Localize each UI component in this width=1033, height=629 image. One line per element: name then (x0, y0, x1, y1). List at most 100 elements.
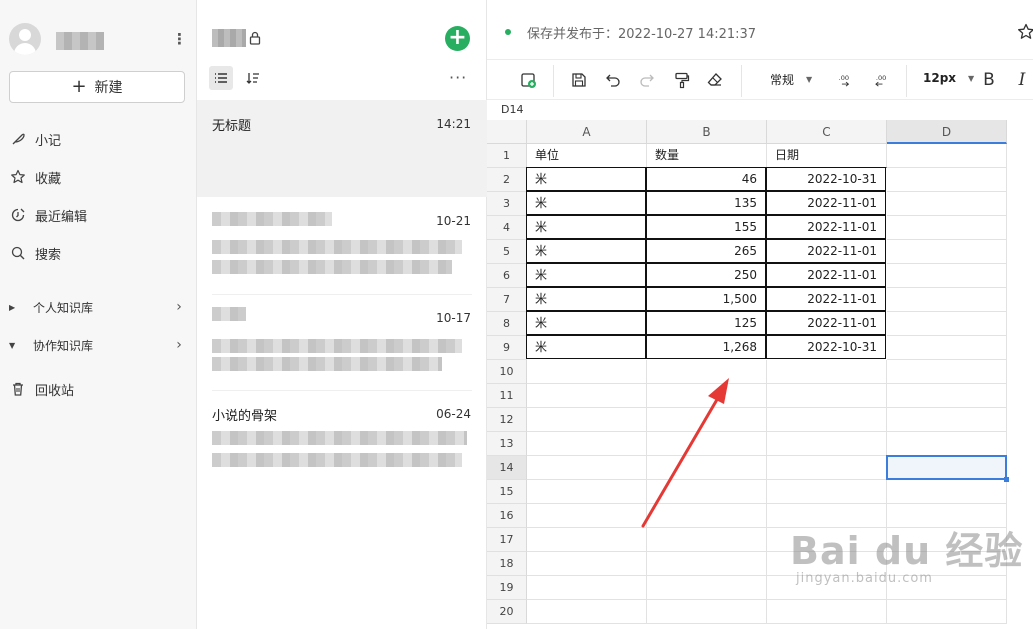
row-header[interactable]: 17 (487, 528, 527, 552)
table-cell[interactable] (767, 408, 887, 432)
table-cell[interactable] (767, 360, 887, 384)
row-header[interactable]: 10 (487, 360, 527, 384)
table-cell[interactable] (767, 480, 887, 504)
table-cell[interactable]: 1,268 (646, 335, 766, 359)
table-cell[interactable] (767, 600, 887, 624)
list-view-button[interactable] (209, 66, 233, 90)
row-header[interactable]: 2 (487, 168, 527, 192)
table-cell[interactable] (527, 576, 647, 600)
table-cell[interactable]: 155 (646, 215, 766, 239)
column-header[interactable]: D (887, 120, 1007, 144)
row-header[interactable]: 11 (487, 384, 527, 408)
row-header[interactable]: 6 (487, 264, 527, 288)
table-cell[interactable] (527, 552, 647, 576)
table-cell[interactable]: 2022-11-01 (766, 263, 886, 287)
row-header[interactable]: 18 (487, 552, 527, 576)
table-cell[interactable]: 2022-11-01 (766, 215, 886, 239)
sidebar-item-recent[interactable]: 最近编辑 (10, 203, 87, 227)
row-header[interactable]: 13 (487, 432, 527, 456)
star-icon[interactable] (1017, 23, 1033, 41)
table-cell[interactable] (527, 384, 647, 408)
font-size-select[interactable]: 12px ▼ (923, 71, 974, 85)
table-cell[interactable] (767, 384, 887, 408)
row-header[interactable]: 20 (487, 600, 527, 624)
table-cell[interactable]: 2022-10-31 (766, 167, 886, 191)
table-cell[interactable] (767, 456, 887, 480)
table-cell[interactable]: 1,500 (646, 287, 766, 311)
column-header[interactable]: A (527, 120, 647, 144)
decrease-decimal-button[interactable]: .00 (835, 69, 857, 91)
table-cell[interactable] (887, 192, 1007, 216)
table-cell[interactable] (647, 432, 767, 456)
table-cell[interactable] (647, 408, 767, 432)
table-cell[interactable]: 数量 (647, 144, 767, 168)
table-cell[interactable] (887, 288, 1007, 312)
row-header[interactable]: 4 (487, 216, 527, 240)
italic-button[interactable]: I (1011, 69, 1033, 91)
bold-button[interactable]: B (978, 69, 1000, 91)
new-button[interactable]: + 新建 (9, 71, 185, 103)
table-cell[interactable] (887, 384, 1007, 408)
table-cell[interactable] (887, 432, 1007, 456)
table-cell[interactable]: 米 (526, 191, 646, 215)
row-header[interactable]: 7 (487, 288, 527, 312)
table-cell[interactable] (647, 528, 767, 552)
more-vertical-icon[interactable]: ⋮ (172, 30, 187, 48)
table-cell[interactable]: 265 (646, 239, 766, 263)
column-header[interactable]: C (767, 120, 887, 144)
more-horizontal-icon[interactable]: ··· (449, 68, 467, 87)
table-cell[interactable]: 日期 (767, 144, 887, 168)
note-item[interactable]: 无标题 14:21 (197, 100, 487, 197)
table-cell[interactable]: 米 (526, 263, 646, 287)
table-cell[interactable] (887, 144, 1007, 168)
table-cell[interactable] (647, 600, 767, 624)
add-note-button[interactable]: + (445, 26, 470, 51)
table-cell[interactable] (887, 408, 1007, 432)
table-cell[interactable]: 米 (526, 311, 646, 335)
table-cell[interactable] (647, 480, 767, 504)
table-cell[interactable]: 2022-11-01 (766, 191, 886, 215)
table-cell[interactable] (887, 336, 1007, 360)
table-cell[interactable] (887, 312, 1007, 336)
table-cell[interactable] (527, 504, 647, 528)
table-cell[interactable] (527, 600, 647, 624)
row-header[interactable]: 16 (487, 504, 527, 528)
table-cell[interactable] (887, 168, 1007, 192)
table-cell[interactable]: 2022-10-31 (766, 335, 886, 359)
avatar[interactable] (9, 23, 41, 55)
table-cell[interactable] (887, 600, 1007, 624)
row-header[interactable]: 3 (487, 192, 527, 216)
note-item[interactable]: 小说的骨架 06-24 (197, 391, 487, 486)
table-cell[interactable] (527, 528, 647, 552)
table-cell[interactable]: 米 (526, 167, 646, 191)
table-cell[interactable] (647, 552, 767, 576)
sidebar-item-search[interactable]: 搜索 (10, 241, 61, 265)
table-cell[interactable]: 米 (526, 239, 646, 263)
redo-button[interactable] (636, 69, 658, 91)
table-cell[interactable]: 46 (646, 167, 766, 191)
insert-sheet-button[interactable] (518, 69, 540, 91)
row-header[interactable]: 5 (487, 240, 527, 264)
table-cell[interactable]: 2022-11-01 (766, 287, 886, 311)
table-cell[interactable] (767, 432, 887, 456)
table-cell[interactable]: 2022-11-01 (766, 311, 886, 335)
save-button[interactable] (568, 69, 590, 91)
table-cell[interactable] (527, 360, 647, 384)
chevron-right-icon[interactable]: › (173, 337, 185, 353)
table-cell[interactable] (527, 456, 647, 480)
table-cell[interactable] (887, 216, 1007, 240)
table-cell[interactable] (887, 240, 1007, 264)
table-cell[interactable]: 米 (526, 335, 646, 359)
row-header[interactable]: 12 (487, 408, 527, 432)
note-item[interactable]: 10-17 (197, 295, 487, 390)
table-cell[interactable]: 135 (646, 191, 766, 215)
select-all-corner[interactable] (487, 120, 527, 144)
table-cell[interactable] (527, 432, 647, 456)
row-header[interactable]: 8 (487, 312, 527, 336)
sidebar-item-trash[interactable]: 回收站 (10, 377, 74, 401)
undo-button[interactable] (602, 69, 624, 91)
row-header[interactable]: 19 (487, 576, 527, 600)
table-cell[interactable] (647, 504, 767, 528)
table-cell[interactable]: 2022-11-01 (766, 239, 886, 263)
row-header[interactable]: 9 (487, 336, 527, 360)
